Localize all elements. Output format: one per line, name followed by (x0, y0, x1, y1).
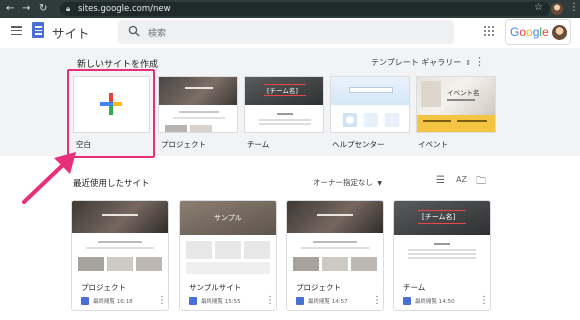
team-banner-text: [チーム名] (422, 213, 456, 221)
app-title: サイト (52, 26, 90, 41)
template-team-label: チーム (247, 140, 270, 149)
reload-icon[interactable]: ↻ (39, 3, 47, 15)
arrow-left-icon[interactable]: ← (6, 3, 14, 15)
sort-az-icon[interactable]: AZ (456, 175, 467, 184)
site-thumbnail (72, 201, 168, 279)
google-logo: Google (510, 25, 549, 39)
site-name: チーム (403, 283, 426, 292)
site-thumbnail (287, 201, 383, 279)
more-vert-icon[interactable]: ⋮ (372, 295, 382, 306)
menu-icon[interactable] (11, 26, 22, 36)
sites-doc-icon (81, 297, 89, 305)
highlight-box (67, 69, 155, 158)
site-name: プロジェクト (296, 283, 341, 292)
search-bar[interactable]: 検索 (118, 20, 454, 44)
last-viewed: 最終閲覧 14:57 (308, 299, 348, 305)
site-thumbnail: サンプル (180, 201, 276, 279)
search-placeholder: 検索 (148, 29, 167, 39)
apps-grid-icon[interactable] (484, 26, 494, 36)
template-gallery-label: テンプレート ギャラリー (371, 58, 462, 67)
arrow-right-icon[interactable]: → (22, 3, 30, 15)
owner-filter-label: オーナー指定なし (313, 178, 373, 187)
more-vert-icon[interactable]: ⋮ (569, 2, 579, 13)
more-vert-icon[interactable]: ⋮ (265, 295, 275, 306)
more-vert-icon[interactable]: ⋮ (474, 56, 485, 67)
sites-doc-icon (296, 297, 304, 305)
last-viewed: 最終閲覧 15:55 (201, 299, 241, 305)
sites-doc-icon (403, 297, 411, 305)
more-vert-icon[interactable]: ⋮ (479, 295, 489, 306)
site-name: プロジェクト (81, 283, 126, 292)
last-viewed: 最終閲覧 16:18 (93, 299, 133, 305)
profile-avatar[interactable] (551, 3, 563, 15)
more-vert-icon[interactable]: ⋮ (157, 295, 167, 306)
sample-banner-text: サンプル (214, 214, 242, 222)
annotation-arrow-icon (22, 152, 76, 204)
folder-icon[interactable]: 🗀 (476, 174, 486, 191)
template-event-label: イベント (418, 140, 448, 149)
browser-toolbar: ← → ↻ 🔒︎ sites.google.com/new ☆ ⋮ (0, 0, 580, 18)
template-team[interactable]: [チーム名] (244, 76, 324, 133)
list-view-icon[interactable]: ☰ (436, 175, 445, 186)
template-gallery-toggle[interactable]: テンプレート ギャラリー ⇕ (371, 57, 471, 68)
template-project-label: プロジェクト (161, 140, 206, 149)
template-event[interactable]: イベント名 (416, 76, 496, 133)
recent-site-card[interactable]: プロジェクト 最終閲覧 14:57 ⋮ (286, 200, 384, 311)
dropdown-arrow-icon: ▼ (377, 180, 383, 187)
owner-filter-dropdown[interactable]: オーナー指定なし ▼ (313, 177, 382, 188)
address-bar[interactable]: 🔒︎ sites.google.com/new (60, 2, 550, 16)
recent-site-card[interactable]: サンプル サンプルサイト 最終閲覧 15:55 ⋮ (179, 200, 277, 311)
sites-doc-icon (189, 297, 197, 305)
site-thumbnail: [チーム名] (394, 201, 490, 279)
site-name: サンプルサイト (189, 283, 242, 292)
template-help-center-label: ヘルプセンター (332, 140, 385, 149)
recent-sites-title: 最近使用したサイト (73, 179, 150, 189)
google-account-button[interactable]: Google (505, 19, 571, 45)
template-project[interactable] (158, 76, 238, 133)
url-text: sites.google.com/new (78, 4, 171, 14)
lock-icon: 🔒︎ (66, 4, 71, 13)
search-icon (128, 25, 140, 37)
last-viewed: 最終閲覧 14:50 (415, 299, 455, 305)
unfold-icon: ⇕ (465, 59, 472, 67)
team-banner-text: [チーム名] (267, 87, 298, 95)
event-banner-text: イベント名 (447, 89, 480, 97)
star-icon[interactable]: ☆ (534, 2, 543, 13)
account-avatar (552, 25, 567, 40)
recent-site-card[interactable]: [チーム名] チーム 最終閲覧 14:50 ⋮ (393, 200, 491, 311)
recent-site-card[interactable]: プロジェクト 最終閲覧 16:18 ⋮ (71, 200, 169, 311)
template-help-center[interactable] (330, 76, 410, 133)
sites-logo-icon[interactable] (32, 22, 44, 38)
